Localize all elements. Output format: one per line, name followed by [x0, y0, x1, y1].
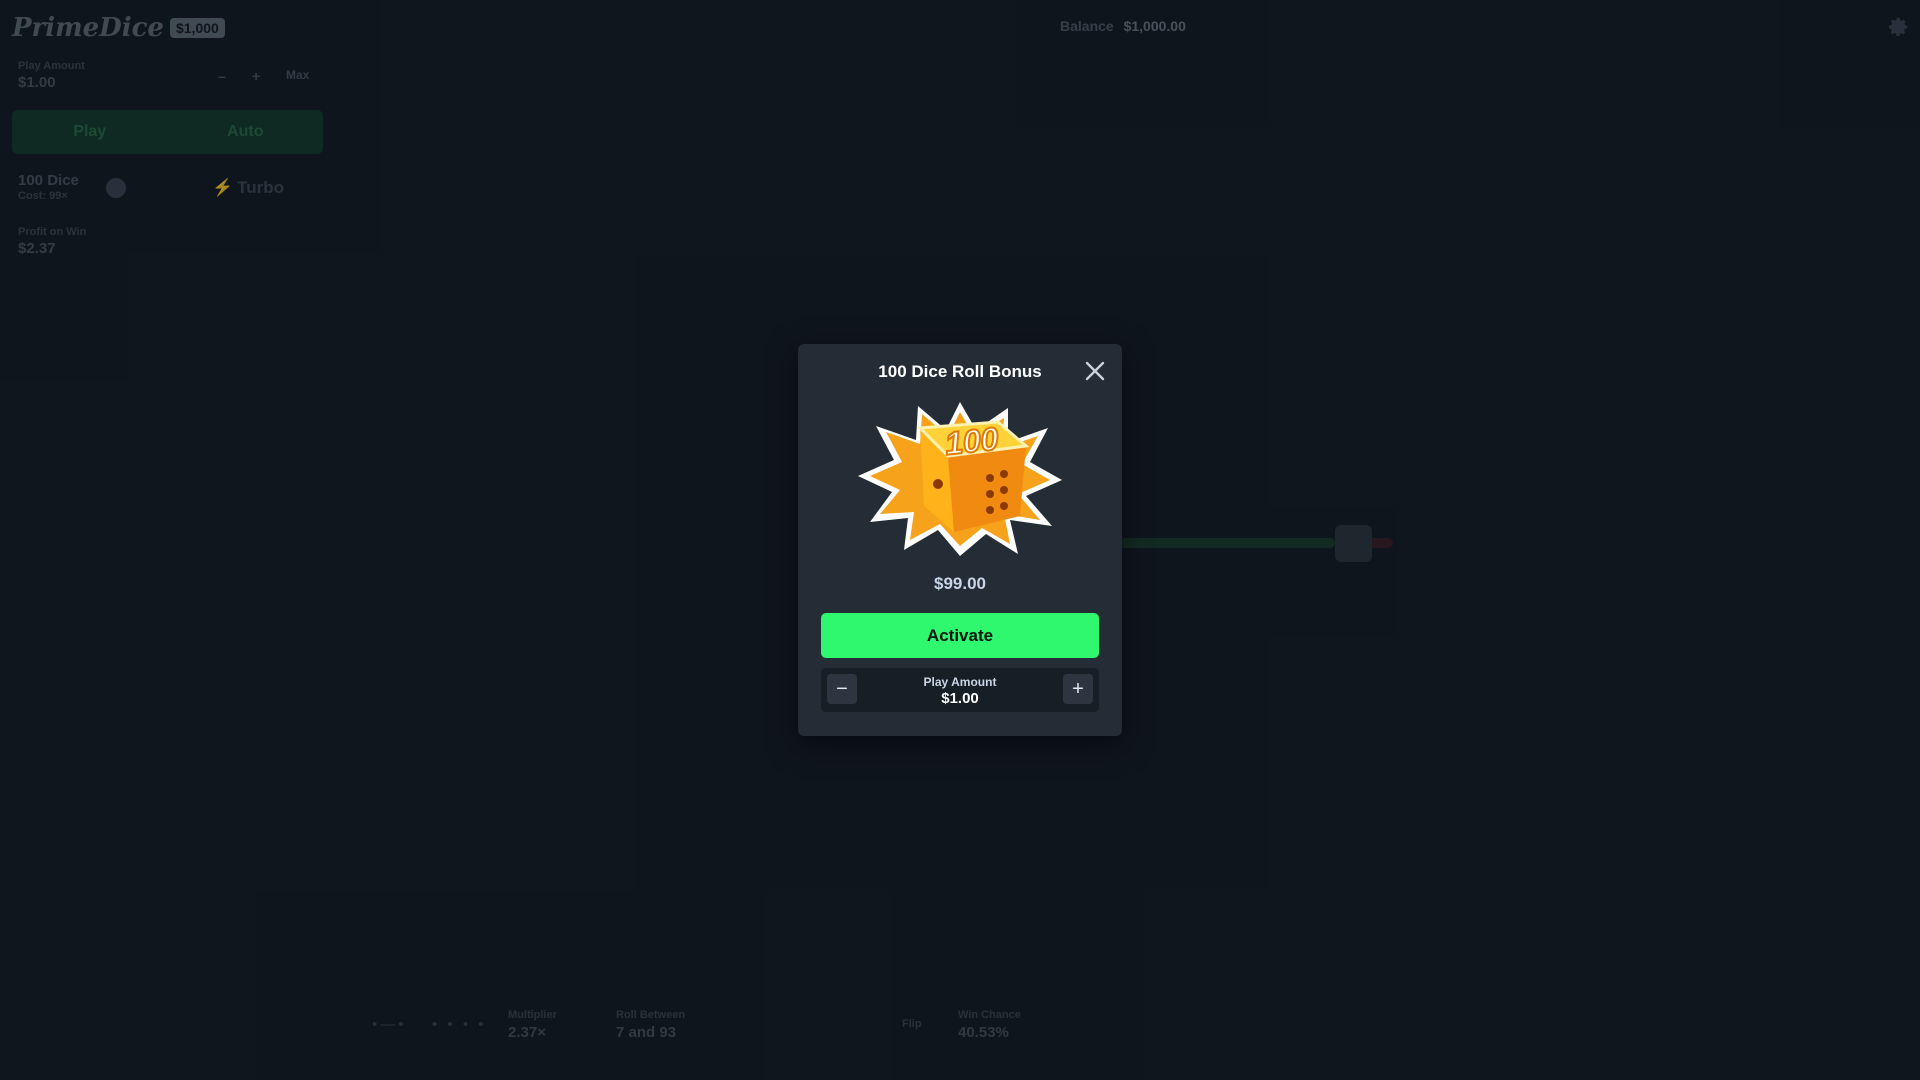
bonus-modal: 100 Dice Roll Bonus 100 $99.00 Activate … [798, 344, 1122, 736]
bonus-price: $99.00 [934, 574, 986, 593]
play-amount-value: $1.00 [941, 690, 979, 707]
play-amount-stepper: − Play Amount $1.00 + [821, 668, 1099, 712]
modal-title: 100 Dice Roll Bonus [878, 362, 1042, 381]
increase-amount-button[interactable]: + [1063, 674, 1093, 704]
activate-button[interactable]: Activate [821, 613, 1099, 658]
dice-art-label: 100 [943, 420, 1000, 461]
dice-icon: 100 [858, 402, 1062, 556]
close-icon[interactable] [1084, 360, 1106, 382]
play-amount-label: Play Amount [923, 675, 997, 689]
